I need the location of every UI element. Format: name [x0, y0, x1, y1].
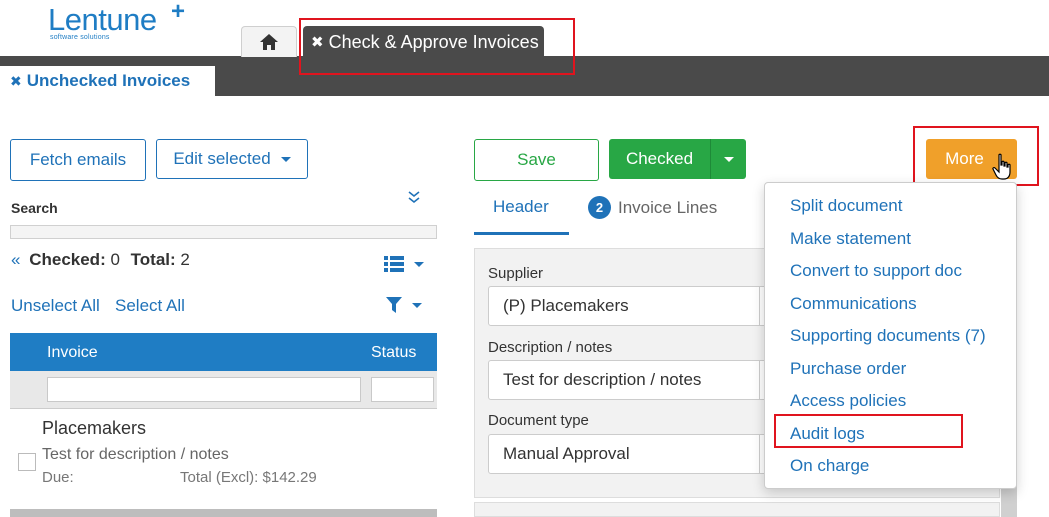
select-all-link[interactable]: Select All: [115, 296, 185, 316]
list-view-toggle[interactable]: [384, 255, 424, 273]
document-type-label: Document type: [488, 412, 589, 429]
invoice-filter-input[interactable]: [47, 377, 361, 402]
menu-item-make-statement[interactable]: Make statement: [790, 229, 911, 249]
field-divider: [759, 287, 760, 325]
fetch-emails-label: Fetch emails: [29, 150, 127, 169]
checked-value: 0: [110, 250, 120, 269]
field-divider: [759, 435, 760, 473]
logo-wordmark: Lentune: [48, 2, 157, 37]
supplier-value: (P) Placemakers: [503, 296, 629, 315]
search-input[interactable]: [10, 225, 437, 239]
invoice-lines-label: Invoice Lines: [618, 197, 718, 217]
invoice-lines-count-badge: 2: [588, 196, 611, 219]
checked-label: Checked: [625, 149, 694, 168]
tab-invoice-lines[interactable]: 2 Invoice Lines: [588, 196, 717, 219]
save-button[interactable]: Save: [474, 139, 599, 181]
edit-selected-button[interactable]: Edit selected: [156, 139, 308, 179]
chevron-down-icon: [412, 302, 422, 308]
tab-header[interactable]: Header: [493, 197, 549, 217]
chevron-down-icon: [280, 156, 291, 162]
row-total: Total (Excl): $142.29: [180, 469, 317, 486]
chevron-down-icon: [414, 261, 424, 267]
more-label: More: [945, 149, 984, 168]
fetch-emails-button[interactable]: Fetch emails: [10, 139, 146, 181]
grid-filter-row: [10, 371, 437, 409]
list-icon: [384, 256, 404, 272]
lower-form-panel: [474, 502, 1000, 517]
tab-label: Check & Approve Invoices: [328, 31, 539, 52]
invoice-grid-header: Invoice Status: [10, 333, 437, 371]
grid-scrollbar[interactable]: [10, 509, 437, 517]
unselect-all-link[interactable]: Unselect All: [11, 296, 100, 316]
total-value: 2: [180, 250, 190, 269]
subtab-unchecked-invoices[interactable]: ✖ Unchecked Invoices: [0, 66, 215, 96]
menu-item-supporting-documents[interactable]: Supporting documents (7): [790, 326, 986, 346]
row-checkbox[interactable]: [18, 453, 36, 471]
checked-label: Checked:: [29, 250, 106, 269]
home-tab[interactable]: [241, 26, 297, 57]
lentune-logo: Lentune + software solutions: [48, 0, 185, 41]
tab-check-approve-invoices[interactable]: ✖ Check & Approve Invoices: [303, 26, 544, 58]
field-divider: [759, 361, 760, 399]
checked-total-counts: « Checked: 0 Total: 2: [11, 250, 190, 270]
status-filter-input[interactable]: [371, 377, 434, 402]
more-dropdown-menu: Split document Make statement Convert to…: [764, 182, 1017, 489]
menu-item-access-policies[interactable]: Access policies: [790, 391, 906, 411]
app-root: Lentune + software solutions ✖ Check & A…: [0, 0, 1049, 517]
supplier-label: Supplier: [488, 265, 544, 282]
subtab-label: Unchecked Invoices: [26, 71, 191, 90]
menu-item-communications[interactable]: Communications: [790, 294, 917, 314]
active-tab-indicator: [474, 232, 569, 235]
checked-button[interactable]: Checked: [609, 139, 710, 179]
home-icon: [260, 34, 278, 50]
filter-icon: [386, 297, 402, 313]
col-status-header[interactable]: Status: [371, 344, 416, 362]
description-label: Description / notes: [488, 339, 613, 356]
collapse-left-icon[interactable]: «: [11, 250, 20, 269]
checked-dropdown-toggle[interactable]: [710, 139, 746, 179]
save-label: Save: [517, 150, 556, 169]
chevron-down-icon: [723, 156, 734, 162]
menu-item-on-charge[interactable]: On charge: [790, 456, 869, 476]
menu-item-audit-logs[interactable]: Audit logs: [790, 424, 865, 444]
menu-item-purchase-order[interactable]: Purchase order: [790, 359, 906, 379]
search-label: Search: [11, 200, 58, 216]
row-supplier: Placemakers: [42, 418, 147, 438]
filter-toggle[interactable]: [386, 296, 422, 314]
edit-selected-label: Edit selected: [173, 149, 271, 168]
menu-item-split-document[interactable]: Split document: [790, 196, 902, 216]
double-chevron-down-icon[interactable]: [408, 190, 420, 209]
close-tab-icon[interactable]: ✖: [311, 33, 324, 51]
close-subtab-icon[interactable]: ✖: [10, 73, 22, 90]
col-invoice-header[interactable]: Invoice: [47, 344, 98, 362]
total-label: Total:: [130, 250, 176, 269]
row-description: Test for description / notes: [42, 446, 229, 463]
description-value: Test for description / notes: [503, 370, 702, 389]
menu-item-convert-support-doc[interactable]: Convert to support doc: [790, 261, 962, 281]
row-due: Due:: [42, 469, 74, 486]
logo-plus: +: [171, 0, 186, 25]
document-type-value: Manual Approval: [503, 444, 630, 463]
